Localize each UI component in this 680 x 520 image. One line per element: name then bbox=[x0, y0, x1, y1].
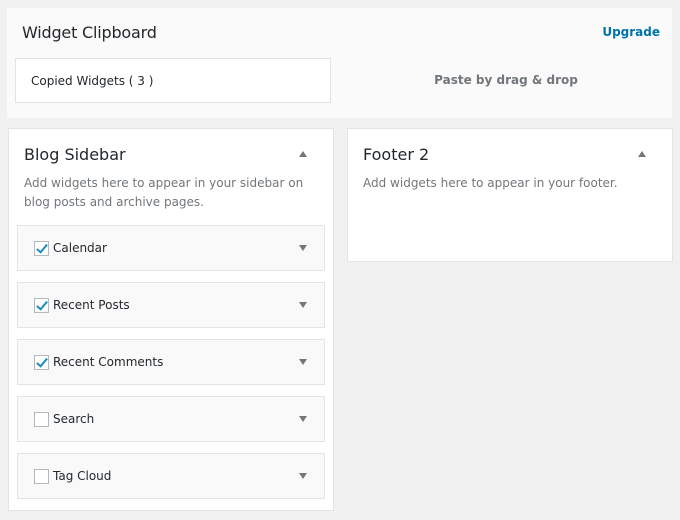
blog-sidebar-area: Blog Sidebar Add widgets here to appear … bbox=[8, 128, 334, 511]
expand-arrow-icon[interactable] bbox=[299, 359, 307, 365]
collapse-arrow-icon[interactable] bbox=[299, 151, 307, 157]
widget-item[interactable]: Recent Posts bbox=[17, 282, 325, 328]
widget-label: Recent Comments bbox=[53, 355, 164, 369]
blog-sidebar-description: Add widgets here to appear in your sideb… bbox=[24, 176, 304, 209]
expand-arrow-icon[interactable] bbox=[299, 416, 307, 422]
widget-label: Tag Cloud bbox=[53, 469, 112, 483]
upgrade-link[interactable]: Upgrade bbox=[602, 25, 660, 39]
widget-clipboard-panel: Widget Clipboard Upgrade Copied Widgets … bbox=[7, 8, 672, 118]
expand-arrow-icon[interactable] bbox=[299, 245, 307, 251]
widget-checkbox[interactable] bbox=[34, 241, 49, 256]
widget-item[interactable]: Recent Comments bbox=[17, 339, 325, 385]
paste-drop-zone[interactable]: Paste by drag & drop bbox=[351, 73, 661, 87]
widget-checkbox[interactable] bbox=[34, 298, 49, 313]
widget-item[interactable]: Tag Cloud bbox=[17, 453, 325, 499]
collapse-arrow-icon[interactable] bbox=[638, 151, 646, 157]
widget-item[interactable]: Calendar bbox=[17, 225, 325, 271]
expand-arrow-icon[interactable] bbox=[299, 302, 307, 308]
blog-sidebar-title[interactable]: Blog Sidebar bbox=[24, 145, 126, 164]
expand-arrow-icon[interactable] bbox=[299, 473, 307, 479]
clipboard-title: Widget Clipboard bbox=[22, 23, 157, 42]
widget-label: Calendar bbox=[53, 241, 107, 255]
widget-label: Search bbox=[53, 412, 95, 426]
footer-2-description: Add widgets here to appear in your foote… bbox=[363, 176, 618, 190]
widget-checkbox[interactable] bbox=[34, 412, 49, 427]
widget-label: Recent Posts bbox=[53, 298, 130, 312]
widget-item[interactable]: Search bbox=[17, 396, 325, 442]
widget-checkbox[interactable] bbox=[34, 355, 49, 370]
footer-2-title[interactable]: Footer 2 bbox=[363, 145, 429, 164]
widget-checkbox[interactable] bbox=[34, 469, 49, 484]
footer-2-area: Footer 2 Add widgets here to appear in y… bbox=[347, 128, 673, 262]
copied-widgets-box[interactable]: Copied Widgets ( 3 ) bbox=[15, 58, 331, 103]
